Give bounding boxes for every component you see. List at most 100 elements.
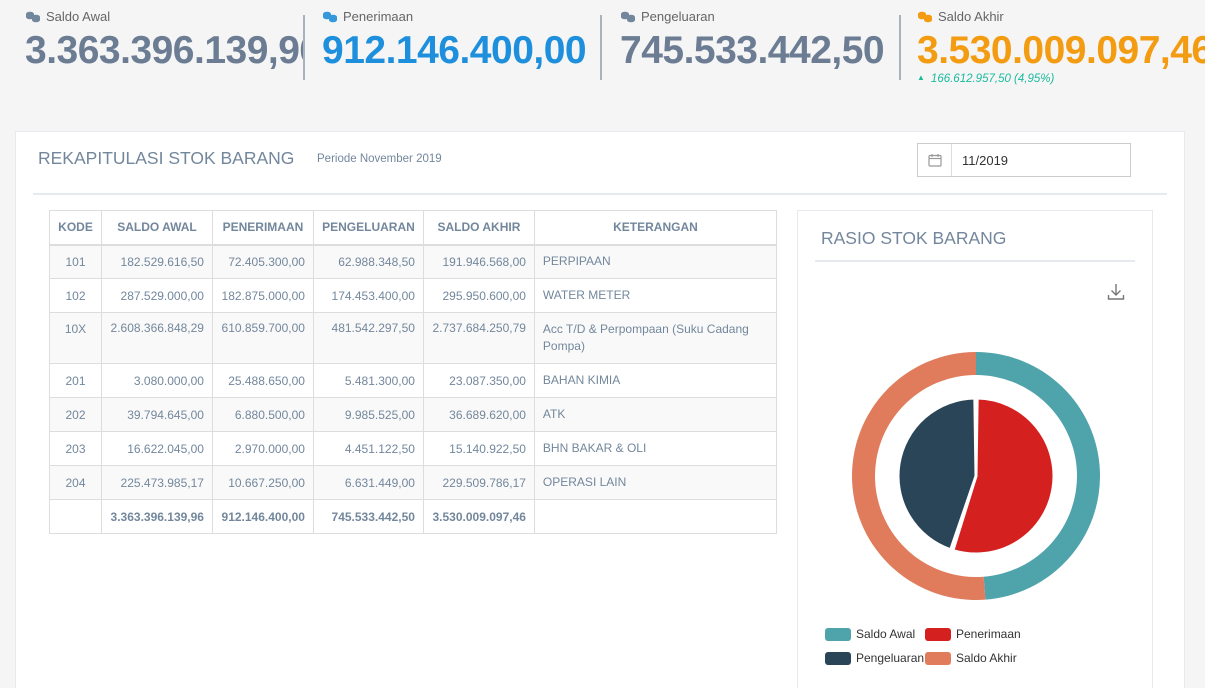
cell-total-keterangan bbox=[533, 499, 778, 534]
cell-penerimaan: 6.880.500,00 bbox=[211, 397, 314, 432]
stat-divider bbox=[899, 15, 901, 80]
cell-total-kode bbox=[49, 499, 102, 534]
cell-keterangan: OPERASI LAIN bbox=[533, 465, 778, 500]
stats-row: Saldo Awal 3.363.396.139,96 Penerimaan 9… bbox=[0, 0, 1205, 100]
cell-saldo-akhir: 191.946.568,00 bbox=[422, 244, 535, 279]
cell-pengeluaran: 62.988.348,50 bbox=[312, 244, 424, 279]
donut-chart bbox=[852, 352, 1100, 600]
cell-kode: 201 bbox=[49, 363, 102, 398]
stat-value: 912.146.400,00 bbox=[322, 29, 587, 72]
panel-divider bbox=[33, 193, 1167, 195]
cell-pengeluaran: 5.481.300,00 bbox=[312, 363, 424, 398]
cell-kode: 10X bbox=[49, 312, 102, 364]
legend-item[interactable]: Saldo Awal bbox=[825, 627, 915, 641]
cell-saldo-akhir: 2.737.684.250,79 bbox=[422, 312, 535, 364]
legend-swatch bbox=[825, 651, 851, 665]
stat-label: Saldo Awal bbox=[46, 8, 111, 24]
cell-saldo-awal: 287.529.000,00 bbox=[100, 278, 213, 313]
table-row: 203 16.622.045,00 2.970.000,00 4.451.122… bbox=[49, 431, 778, 466]
stat-label: Pengeluaran bbox=[641, 8, 715, 24]
stat-divider bbox=[600, 15, 602, 80]
cell-saldo-awal: 182.529.616,50 bbox=[100, 244, 213, 279]
cell-saldo-akhir: 36.689.620,00 bbox=[422, 397, 535, 432]
cell-kode: 101 bbox=[49, 244, 102, 279]
stat-saldo-awal: Saldo Awal 3.363.396.139,96 bbox=[25, 7, 305, 87]
cell-saldo-akhir: 15.140.922,50 bbox=[422, 431, 535, 466]
cell-keterangan: BHN BAKAR & OLI bbox=[533, 431, 778, 466]
cell-keterangan: PERPIPAAN bbox=[533, 244, 778, 279]
stat-pengeluaran: Pengeluaran 745.533.442,50 bbox=[620, 7, 900, 87]
cell-total-saldo-awal: 3.363.396.139,96 bbox=[100, 499, 213, 534]
cell-kode: 204 bbox=[49, 465, 102, 500]
cell-kode: 203 bbox=[49, 431, 102, 466]
period-picker[interactable] bbox=[917, 143, 1131, 177]
coins-icon bbox=[621, 11, 635, 22]
legend-item[interactable]: Penerimaan bbox=[925, 627, 1021, 641]
cell-saldo-awal: 3.080.000,00 bbox=[100, 363, 213, 398]
cell-penerimaan: 2.970.000,00 bbox=[211, 431, 314, 466]
cell-kode: 202 bbox=[49, 397, 102, 432]
column-header: SALDO AKHIR bbox=[422, 210, 535, 246]
panel-title: REKAPITULASI STOK BARANG bbox=[38, 148, 295, 168]
stat-value: 3.530.009.097,46 bbox=[917, 29, 1205, 72]
stat-delta-value: 166.612.957,50 (4,95%) bbox=[930, 73, 1055, 85]
cell-total-penerimaan: 912.146.400,00 bbox=[211, 499, 314, 534]
legend-swatch bbox=[925, 651, 951, 665]
table-row: 102 287.529.000,00 182.875.000,00 174.45… bbox=[49, 278, 778, 313]
cell-pengeluaran: 4.451.122,50 bbox=[312, 431, 424, 466]
legend-label: Saldo Awal bbox=[856, 627, 916, 641]
chart-divider bbox=[815, 260, 1135, 262]
cell-saldo-awal: 39.794.645,00 bbox=[100, 397, 213, 432]
legend-label: Pengeluaran bbox=[856, 651, 925, 665]
stat-value: 3.363.396.139,96 bbox=[25, 29, 305, 72]
period-input[interactable] bbox=[952, 144, 1122, 176]
cell-penerimaan: 72.405.300,00 bbox=[211, 244, 314, 279]
table-total-row: 3.363.396.139,96 912.146.400,00 745.533.… bbox=[49, 499, 778, 534]
stat-saldo-akhir: Saldo Akhir 3.530.009.097,46 ▲ 166.612.95… bbox=[917, 7, 1205, 87]
cell-saldo-akhir: 229.509.786,17 bbox=[422, 465, 535, 500]
download-icon[interactable] bbox=[1105, 281, 1127, 303]
cell-penerimaan: 610.859.700,00 bbox=[211, 312, 314, 364]
table-header-row: KODE SALDO AWAL PENERIMAAN PENGELUARAN S… bbox=[49, 210, 778, 246]
legend-label: Saldo Akhir bbox=[956, 651, 1017, 665]
chart-title: RASIO STOK BARANG bbox=[821, 228, 1007, 248]
cell-pengeluaran: 174.453.400,00 bbox=[312, 278, 424, 313]
table-row: 204 225.473.985,17 10.667.250,00 6.631.4… bbox=[49, 465, 778, 500]
panel-subtitle: Periode November 2019 bbox=[317, 153, 442, 165]
table-row: 101 182.529.616,50 72.405.300,00 62.988.… bbox=[49, 244, 778, 279]
stat-value: 745.533.442,50 bbox=[620, 29, 885, 72]
cell-total-saldo-akhir: 3.530.009.097,46 bbox=[422, 499, 535, 534]
legend-swatch bbox=[925, 627, 951, 641]
cell-saldo-awal: 16.622.045,00 bbox=[100, 431, 213, 466]
coins-icon bbox=[26, 11, 40, 22]
legend-item[interactable]: Saldo Akhir bbox=[925, 651, 1017, 665]
cell-pengeluaran: 6.631.449,00 bbox=[312, 465, 424, 500]
coins-icon bbox=[323, 11, 337, 22]
legend-label: Penerimaan bbox=[956, 627, 1021, 641]
table-row: 201 3.080.000,00 25.488.650,00 5.481.300… bbox=[49, 363, 778, 398]
cell-saldo-awal: 2.608.366.848,29 bbox=[100, 312, 213, 364]
cell-saldo-akhir: 23.087.350,00 bbox=[422, 363, 535, 398]
cell-keterangan: WATER METER bbox=[533, 278, 778, 313]
rekap-panel: REKAPITULASI STOK BARANG Periode Novembe… bbox=[15, 131, 1185, 688]
cell-keterangan: Acc T/D & Perpompaan (Suku Cadang Pompa) bbox=[533, 312, 778, 364]
coins-icon bbox=[918, 11, 932, 22]
cell-penerimaan: 10.667.250,00 bbox=[211, 465, 314, 500]
legend-item[interactable]: Pengeluaran bbox=[825, 651, 924, 665]
cell-saldo-awal: 225.473.985,17 bbox=[100, 465, 213, 500]
cell-keterangan: BAHAN KIMIA bbox=[533, 363, 778, 398]
column-header: KODE bbox=[49, 210, 102, 246]
cell-penerimaan: 182.875.000,00 bbox=[211, 278, 314, 313]
column-header: KETERANGAN bbox=[533, 210, 778, 246]
column-header: SALDO AWAL bbox=[100, 210, 213, 246]
table-row: 10X 2.608.366.848,29 610.859.700,00 481.… bbox=[49, 312, 778, 364]
stat-divider bbox=[303, 15, 305, 80]
stat-label: Penerimaan bbox=[343, 8, 414, 24]
calendar-icon[interactable] bbox=[918, 144, 952, 176]
stat-penerimaan: Penerimaan 912.146.400,00 bbox=[322, 7, 600, 87]
stat-label: Saldo Akhir bbox=[938, 8, 1004, 24]
rekap-table: KODE SALDO AWAL PENERIMAAN PENGELUARAN S… bbox=[49, 210, 778, 534]
column-header: PENERIMAAN bbox=[211, 210, 314, 246]
cell-keterangan: ATK bbox=[533, 397, 778, 432]
caret-up-icon: ▲ bbox=[917, 73, 925, 82]
